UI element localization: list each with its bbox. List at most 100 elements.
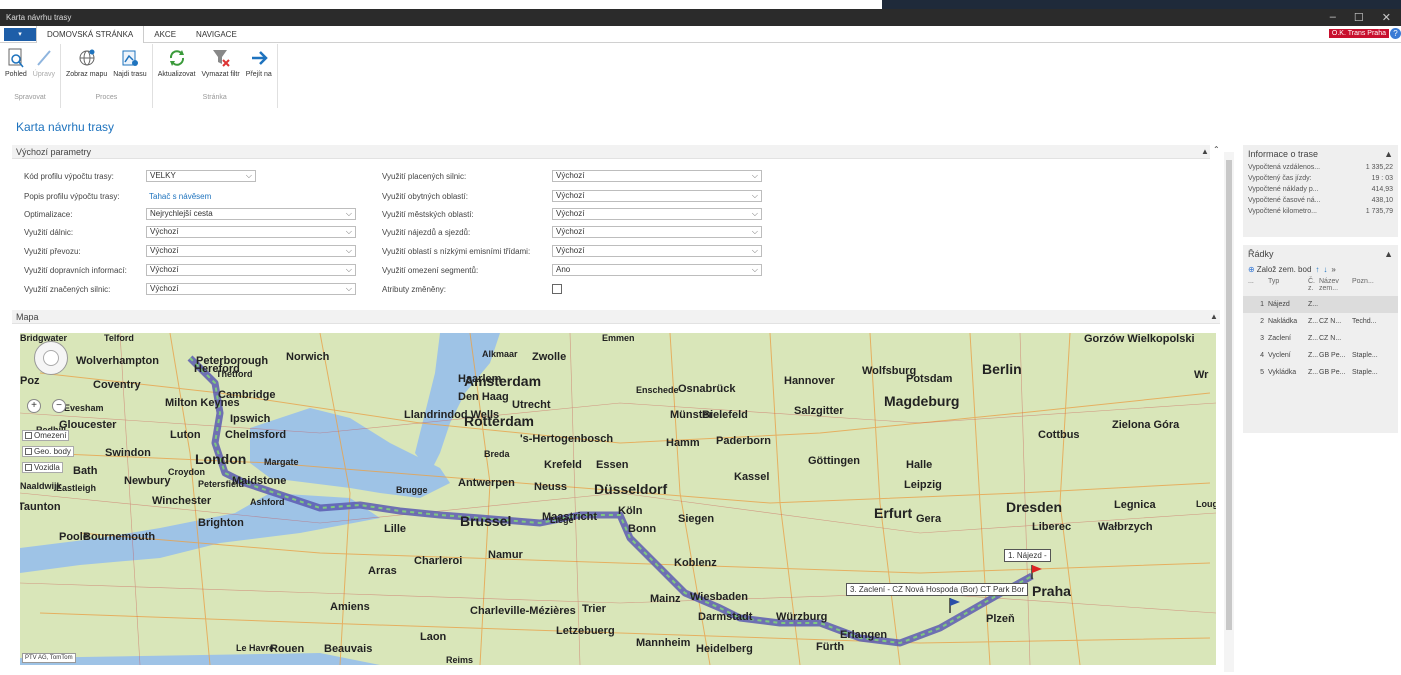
field-label: Využití městských oblastí: — [382, 210, 474, 219]
map-city-label: Charleroi — [414, 555, 463, 567]
collapse-icon[interactable]: ▲ — [1201, 147, 1209, 156]
view-button[interactable]: Pohled — [2, 44, 30, 94]
move-down-icon[interactable]: ↓ — [1323, 265, 1327, 274]
show-map-button[interactable]: Zobraz mapu — [63, 44, 110, 94]
edit-icon — [37, 50, 51, 66]
select-field[interactable]: Výchozí ⌵ — [146, 226, 356, 238]
chevron-down-icon: ⌵ — [751, 191, 758, 200]
attributes-changed-checkbox[interactable] — [552, 284, 562, 294]
map-view[interactable]: Wolverhampton Peterborough Norwich Coventry… — [20, 333, 1216, 665]
select-field[interactable]: Výchozí ⌵ — [146, 264, 356, 276]
vertical-scrollbar[interactable] — [1224, 152, 1234, 672]
close-icon[interactable]: ✕ — [1382, 11, 1391, 24]
select-field[interactable]: Výchozí ⌵ — [552, 208, 762, 220]
select-field[interactable]: Výchozí ⌵ — [146, 283, 356, 295]
lines-table-row[interactable]: 3 Zaclení Z... CZ N... — [1243, 330, 1398, 347]
map-city-label: Osnabrück — [678, 383, 736, 395]
lines-table-row[interactable]: 1 Nájezd Z... — [1243, 296, 1398, 313]
company-badge[interactable]: O.K. Trans Praha — [1328, 29, 1389, 38]
collapse-icon[interactable]: ▲ — [1384, 249, 1393, 259]
field-label: Využití placených silnic: — [382, 172, 467, 181]
tab-navigation[interactable]: NAVIGACE — [186, 26, 247, 43]
map-city-label: Fürth — [816, 641, 845, 653]
select-field[interactable]: Výchozí ⌵ — [146, 245, 356, 257]
select-value: Výchozí — [556, 209, 585, 218]
select-field[interactable]: Výchozí ⌵ — [552, 170, 762, 182]
layer-toggle-geo-points[interactable]: Geo. body — [22, 446, 74, 457]
map-city-label: Antwerpen — [458, 477, 515, 489]
more-icon[interactable]: » — [1331, 265, 1335, 274]
map-city-label: Liège — [550, 515, 574, 525]
select-field[interactable]: Nejrychlejší cesta ⌵ — [146, 208, 356, 220]
map-city-label: Düsseldorf — [594, 481, 668, 497]
app-menu-button[interactable]: ▾ — [4, 27, 36, 41]
maximize-icon[interactable]: ☐ — [1354, 11, 1364, 24]
map-city-label: Lille — [384, 523, 407, 535]
field-label: Využití oblastí s nízkými emisními třída… — [382, 247, 531, 256]
map-city-label: Heidelberg — [696, 643, 753, 655]
map-city-label: Liberec — [1032, 521, 1072, 533]
collapse-icon[interactable]: ▲ — [1210, 312, 1218, 321]
refresh-button[interactable]: Aktualizovat — [155, 44, 199, 94]
find-route-button[interactable]: Najdi trasu — [110, 44, 149, 94]
help-icon[interactable]: ? — [1390, 28, 1401, 39]
map-pan-control[interactable] — [34, 341, 68, 375]
map-city-label: Emmen — [602, 333, 635, 343]
go-to-button[interactable]: Přejít na — [243, 44, 275, 94]
zoom-out-button[interactable]: − — [52, 399, 66, 413]
chevron-down-icon: ⌵ — [345, 227, 352, 236]
select-field[interactable]: Výchozí ⌵ — [552, 190, 762, 202]
tab-home[interactable]: DOMOVSKÁ STRÁNKA — [36, 25, 145, 43]
lines-cell: CZ N... — [1319, 335, 1342, 342]
route-info-title: Informace o trase — [1248, 149, 1319, 159]
select-field[interactable]: VELKY ⌵ — [146, 170, 256, 182]
map-city-label: Margate — [264, 457, 299, 467]
move-up-icon[interactable]: ↑ — [1315, 265, 1319, 274]
edit-button[interactable]: Úpravy — [30, 44, 58, 94]
lines-cell: Z... — [1308, 352, 1319, 359]
collapse-icon[interactable]: ▲ — [1384, 149, 1393, 159]
map-city-label: Milton Keynes — [165, 397, 240, 409]
lines-table-row[interactable]: 5 Vykládka Z... GB Pe... Staple... — [1243, 364, 1398, 381]
map-city-label: Krefeld — [544, 459, 582, 471]
select-field[interactable]: Výchozí ⌵ — [552, 226, 762, 238]
map-section-header[interactable]: Mapa — [12, 310, 1220, 324]
ribbon: Pohled Úpravy Spravovat Zobraz mapu Najd… — [0, 44, 1401, 108]
select-field[interactable]: Výchozí ⌵ — [552, 245, 762, 257]
field-label: Využití převozu: — [24, 247, 81, 256]
select-value: Výchozí — [150, 227, 179, 236]
map-city-label: Leipzig — [904, 479, 942, 491]
collapse-all-icon[interactable]: ⌃ — [1213, 145, 1220, 154]
map-city-label: Brighton — [198, 517, 244, 529]
flag-icon — [949, 598, 960, 613]
field-label: Kód profilu výpočtu trasy: — [24, 172, 114, 181]
layer-toggle-restrictions[interactable]: Omezení — [22, 430, 70, 441]
route-info-row: Vypočtené kilometro... 1 735,79 — [1243, 207, 1398, 218]
zoom-in-button[interactable]: + — [27, 399, 41, 413]
profile-description-link[interactable]: Tahač s návěsem — [149, 192, 211, 201]
add-geo-point-button[interactable]: ⊕ Založ zem. bod — [1248, 265, 1311, 274]
route-info-label: Vypočtená vzdálenos... — [1248, 164, 1321, 171]
lines-table-row[interactable]: 4 Vyclení Z... GB Pe... Staple... — [1243, 347, 1398, 364]
map-city-label: Erlangen — [840, 629, 888, 641]
select-field[interactable]: Ano ⌵ — [552, 264, 762, 276]
route-stop-callout[interactable]: 1. Nájezd - — [1004, 549, 1051, 562]
minimize-icon[interactable]: ‒ — [1330, 11, 1336, 24]
window-controls: ‒ ☐ ✕ — [1330, 11, 1401, 24]
lines-table-row[interactable]: 2 Nakládka Z... CZ N... Techd... — [1243, 313, 1398, 330]
clear-filter-button[interactable]: Vymazat filtr — [198, 44, 242, 94]
tab-actions[interactable]: AKCE — [144, 26, 186, 43]
map-city-label: Chelmsford — [225, 429, 287, 441]
lines-cell: Z... — [1308, 301, 1319, 308]
lines-cell: Z... — [1308, 318, 1319, 325]
map-city-label: 's-Hertogenbosch — [520, 433, 614, 445]
map-city-label: Petersfield — [198, 479, 245, 489]
params-section-header[interactable]: Výchozí parametry — [12, 145, 1210, 159]
layer-toggle-vehicles[interactable]: Vozidla — [22, 462, 63, 473]
route-stop-callout[interactable]: 3. Zaclení - CZ Nová Hospoda (Bor) CT Pa… — [846, 583, 1029, 596]
lines-cell: 4 — [1260, 352, 1264, 359]
map-city-label: Göttingen — [808, 455, 860, 467]
lines-cell: 3 — [1260, 335, 1264, 342]
window-titlebar: Karta návrhu trasy ‒ ☐ ✕ — [0, 9, 1401, 26]
route-info-row: Vypočtená vzdálenos... 1 335,22 — [1243, 163, 1398, 174]
